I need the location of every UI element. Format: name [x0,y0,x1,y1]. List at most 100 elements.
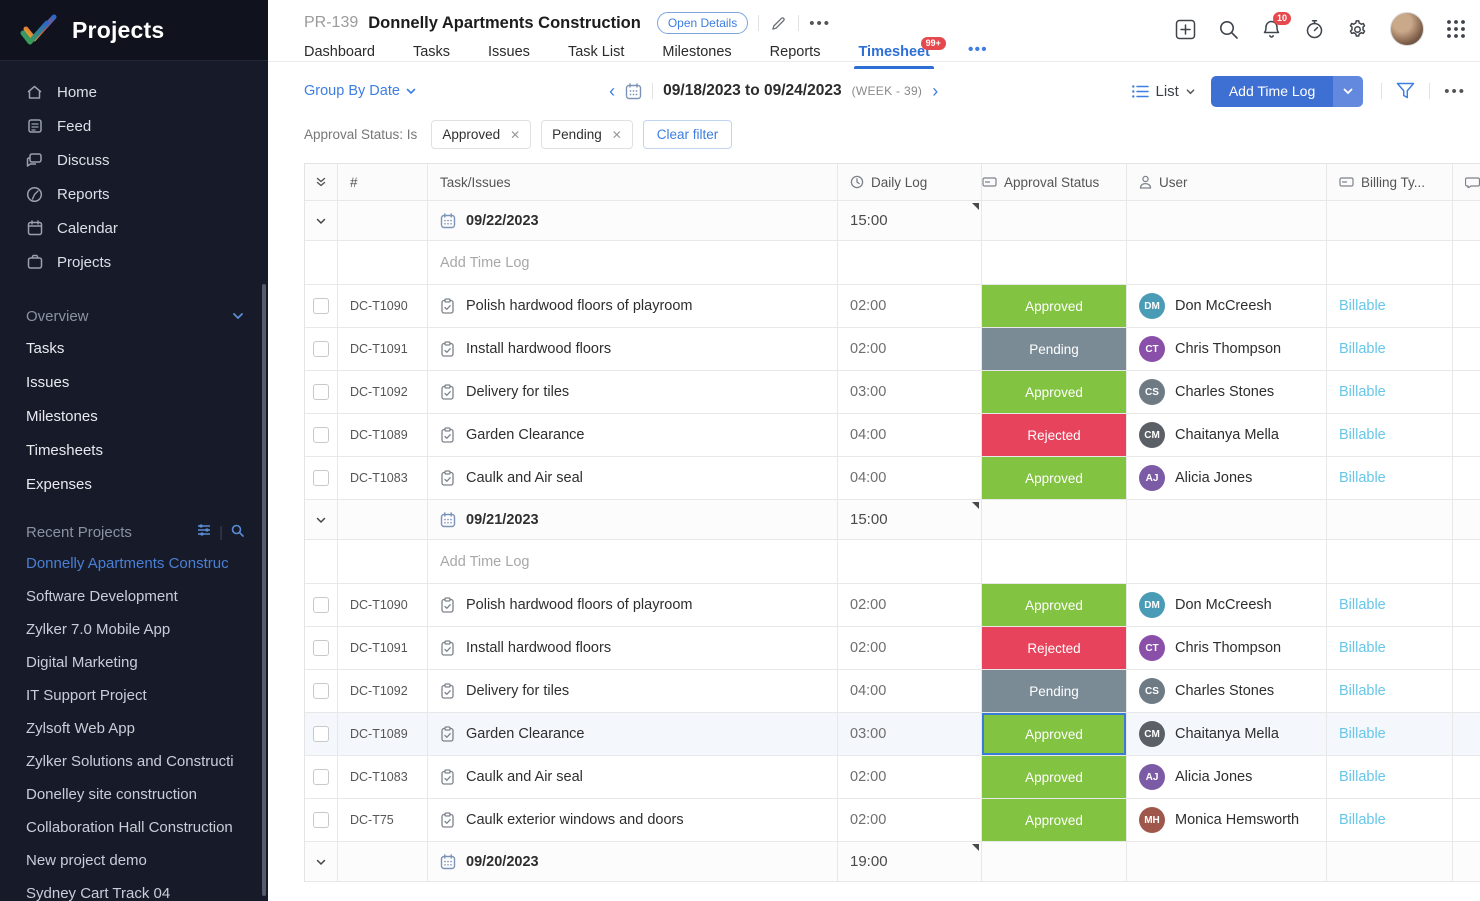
task-name-cell[interactable]: Polish hardwood floors of playroom [428,584,838,626]
sidebar-item-timesheets[interactable]: Timesheets [0,433,268,467]
recent-project-item[interactable]: New project demo [0,844,268,877]
approval-status-cell[interactable]: Rejected [982,627,1127,669]
task-name-cell[interactable]: Delivery for tiles [428,670,838,712]
prev-week-icon[interactable]: ‹ [609,82,615,100]
row-select-cell[interactable] [305,627,338,669]
row-select-cell[interactable] [305,371,338,413]
sidebar-item-discuss[interactable]: Discuss [0,143,268,177]
row-select-cell[interactable] [305,457,338,499]
task-name-cell[interactable]: Caulk exterior windows and doors [428,799,838,841]
next-week-icon[interactable]: › [932,82,938,100]
row-checkbox[interactable] [313,427,329,443]
recent-project-item[interactable]: Zylker 7.0 Mobile App [0,613,268,646]
group-collapse-icon[interactable] [305,500,338,539]
row-select-cell[interactable] [305,328,338,370]
project-more-icon[interactable]: ••• [809,15,831,32]
add-time-log-inline[interactable]: Add Time Log [440,554,529,570]
daily-log-cell[interactable]: 02:00 [838,285,982,327]
row-checkbox[interactable] [313,726,329,742]
sidebar-item-tasks[interactable]: Tasks [0,331,268,365]
task-name-cell[interactable]: Caulk and Air seal [428,457,838,499]
recent-project-item[interactable]: Zylker Solutions and Constructi [0,745,268,778]
sidebar-item-expenses[interactable]: Expenses [0,467,268,501]
row-checkbox[interactable] [313,341,329,357]
tab-dashboard[interactable]: Dashboard [304,44,375,69]
row-checkbox[interactable] [313,597,329,613]
approval-status-cell[interactable]: Approved [982,371,1127,413]
task-name-cell[interactable]: Garden Clearance [428,713,838,755]
approval-status-badge[interactable]: Approved [982,457,1126,499]
row-checkbox[interactable] [313,470,329,486]
approval-status-cell[interactable]: Approved [982,713,1127,755]
daily-log-cell[interactable]: 02:00 [838,799,982,841]
settings-gear-icon[interactable] [1347,19,1368,40]
daily-log-cell[interactable]: 03:00 [838,713,982,755]
recent-project-item[interactable]: Zylsoft Web App [0,712,268,745]
row-select-cell[interactable] [305,414,338,456]
user-avatar[interactable] [1390,12,1424,46]
sidebar-item-calendar[interactable]: Calendar [0,211,268,245]
row-checkbox[interactable] [313,384,329,400]
task-name-cell[interactable]: Install hardwood floors [428,627,838,669]
recent-project-item[interactable]: IT Support Project [0,679,268,712]
approval-status-cell[interactable]: Approved [982,799,1127,841]
view-switcher[interactable]: List [1131,83,1195,100]
column-header-expand[interactable] [305,164,338,200]
approval-status-badge[interactable]: Approved [982,584,1126,626]
daily-log-cell[interactable]: 02:00 [838,756,982,798]
tabs-more-icon[interactable]: ••• [968,41,988,69]
sidebar-scrollbar[interactable] [262,284,266,896]
search-icon[interactable] [1218,19,1239,40]
approval-status-cell[interactable]: Pending [982,670,1127,712]
calendar-picker-icon[interactable] [625,82,642,100]
chevron-down-icon[interactable] [232,310,244,322]
approval-status-badge[interactable]: Approved [982,371,1126,413]
task-name-cell[interactable]: Polish hardwood floors of playroom [428,285,838,327]
row-select-cell[interactable] [305,285,338,327]
add-time-log-dropdown[interactable] [1333,75,1364,107]
approval-status-cell[interactable]: Approved [982,756,1127,798]
recent-project-item[interactable]: Digital Marketing [0,646,268,679]
chip-remove-icon[interactable]: ✕ [510,128,520,142]
edit-pencil-icon[interactable] [769,14,788,33]
approval-status-cell[interactable]: Pending [982,328,1127,370]
daily-log-cell[interactable]: 02:00 [838,328,982,370]
approval-status-cell[interactable]: Approved [982,285,1127,327]
add-task-cell[interactable]: Add Time Log [428,540,838,583]
sort-filter-icon[interactable] [197,523,211,541]
row-checkbox[interactable] [313,812,329,828]
sidebar-item-projects[interactable]: Projects [0,245,268,279]
notifications-bell-icon[interactable]: 10 [1261,11,1291,40]
tab-task-list[interactable]: Task List [568,44,624,69]
approval-status-cell[interactable]: Approved [982,584,1127,626]
sidebar-item-milestones[interactable]: Milestones [0,399,268,433]
daily-log-cell[interactable]: 02:00 [838,627,982,669]
chip-remove-icon[interactable]: ✕ [612,128,622,142]
sidebar-item-reports[interactable]: Reports [0,177,268,211]
apps-grid-icon[interactable] [1446,19,1466,39]
recent-project-item[interactable]: Software Development [0,580,268,613]
row-select-cell[interactable] [305,756,338,798]
daily-log-cell[interactable]: 04:00 [838,457,982,499]
toolbar-more-icon[interactable]: ••• [1444,83,1466,100]
approval-status-cell[interactable]: Rejected [982,414,1127,456]
tab-reports[interactable]: Reports [770,44,821,69]
approval-status-badge[interactable]: Pending [982,328,1126,370]
row-checkbox[interactable] [313,769,329,785]
recent-project-item[interactable]: Donelley site construction [0,778,268,811]
approval-status-badge[interactable]: Pending [982,670,1126,712]
sidebar-item-home[interactable]: Home [0,75,268,109]
approval-status-badge[interactable]: Approved [982,756,1126,798]
row-select-cell[interactable] [305,584,338,626]
daily-log-cell[interactable]: 03:00 [838,371,982,413]
row-checkbox[interactable] [313,298,329,314]
row-select-cell[interactable] [305,799,338,841]
search-projects-icon[interactable] [231,524,244,541]
task-name-cell[interactable]: Caulk and Air seal [428,756,838,798]
row-select-cell[interactable] [305,713,338,755]
add-time-log-button[interactable]: Add Time Log [1210,75,1334,107]
approval-status-badge[interactable]: Rejected [982,627,1126,669]
group-collapse-icon[interactable] [305,842,338,881]
task-name-cell[interactable]: Garden Clearance [428,414,838,456]
tab-issues[interactable]: Issues [488,44,530,69]
